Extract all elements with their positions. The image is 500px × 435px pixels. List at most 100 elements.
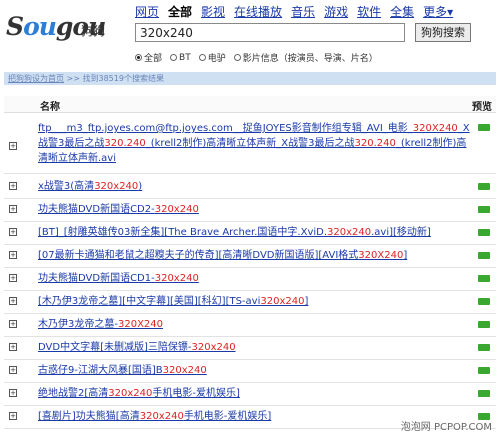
result-row: + ftp___m3_ftp.joyes.com@ftp.joyes.com__捉… xyxy=(4,118,496,174)
preview-icon[interactable] xyxy=(478,206,490,213)
nav-online-play[interactable]: 在线播放 xyxy=(234,3,282,19)
result-title-link[interactable]: x战警3(高清320x240) xyxy=(38,179,474,194)
result-row: + 古惑仔9-江湖大风暴[国语]B320x240 xyxy=(4,359,496,383)
category-nav: 网页 全部 影视 在线播放 音乐 游戏 软件 全集 更多▾ xyxy=(135,3,453,19)
title-text: ) xyxy=(138,181,143,192)
expand-icon[interactable]: + xyxy=(9,274,17,282)
preview-icon[interactable] xyxy=(478,183,490,190)
keyword-highlight: 320X240 xyxy=(358,250,404,261)
preview-icon[interactable] xyxy=(478,344,490,351)
expand-icon[interactable]: + xyxy=(9,320,17,328)
radio-icon xyxy=(170,54,178,61)
radio-label: 全部 xyxy=(144,54,163,64)
title-text: [木乃伊3龙帝之墓][中文字幕][美国][科幻][TS-avi xyxy=(38,296,261,307)
keyword-highlight: 320x240 xyxy=(162,365,207,376)
expand-icon[interactable]: + xyxy=(9,228,17,236)
column-name: 名称 xyxy=(40,102,60,113)
title-text: DVD中文字幕[未删减版]三陪保镖- xyxy=(38,342,192,353)
preview-icon[interactable] xyxy=(478,321,490,328)
expand-icon[interactable]: + xyxy=(9,343,17,351)
title-text: 功夫熊猫DVD新国语CD1- xyxy=(38,273,155,284)
result-row: + [木乃伊3龙帝之墓][中文字幕][美国][科幻][TS-avi320x240] xyxy=(4,290,496,314)
nav-all[interactable]: 全部 xyxy=(168,3,192,19)
expand-icon[interactable]: + xyxy=(9,366,17,374)
preview-icon[interactable] xyxy=(478,124,490,131)
result-row: + x战警3(高清320x240) xyxy=(4,175,496,199)
result-row: + 木乃伊3龙帝之墓-320X240 xyxy=(4,313,496,337)
result-row: + 功夫熊猫DVD新国语CD1-320x240 xyxy=(4,267,496,291)
result-row: + 绝地战警2[高清320x240手机电影-爱机娱乐] xyxy=(4,382,496,406)
radio-movie-info[interactable]: 影片信息（按演员、导演、片名） xyxy=(233,51,378,64)
expand-icon[interactable]: + xyxy=(9,205,17,213)
expand-icon[interactable]: + xyxy=(9,251,17,259)
radio-edonkey[interactable]: 电驴 xyxy=(198,51,226,64)
radio-bt[interactable]: BT xyxy=(170,51,191,64)
title-text: 木乃伊3龙帝之墓- xyxy=(38,319,118,330)
keyword-highlight: 320.240 xyxy=(104,138,146,149)
result-title-link[interactable]: 木乃伊3龙帝之墓-320X240 xyxy=(38,317,474,332)
column-preview: 预览 xyxy=(472,102,492,113)
keyword-highlight: 320x240 xyxy=(139,411,184,422)
radio-icon xyxy=(233,54,241,61)
logo-letter: S xyxy=(6,12,24,41)
title-text: .avi][移动新] xyxy=(371,227,431,238)
result-count: 找到38519个搜索结果 xyxy=(82,74,164,83)
set-homepage-link[interactable]: 把狗狗设为首页 xyxy=(8,74,64,83)
title-text: 功夫熊猫DVD新国语CD2- xyxy=(38,204,155,215)
keyword-highlight: 320x240 xyxy=(327,227,372,238)
nav-more-dropdown[interactable]: 更多▾ xyxy=(423,3,453,19)
title-text: 手机电影-爱机娱乐] xyxy=(152,388,240,399)
result-title-link[interactable]: DVD中文字幕[未删减版]三陪保镖-320x240 xyxy=(38,340,474,355)
result-title-link[interactable]: 绝地战警2[高清320x240手机电影-爱机娱乐] xyxy=(38,386,474,401)
logo-letter: ou xyxy=(23,12,57,41)
title-text: ftp___m3_ftp.joyes.com@ftp.joyes.com__捉鱼… xyxy=(38,123,413,134)
radio-label: 影片信息（按演员、导演、片名） xyxy=(242,54,378,64)
keyword-highlight: 320x240 xyxy=(108,388,153,399)
title-text: 手机电影-爱机娱乐] xyxy=(183,411,272,422)
expand-icon[interactable]: + xyxy=(9,182,17,190)
expand-icon[interactable]: + xyxy=(9,142,17,150)
keyword-highlight: 320X240 xyxy=(412,123,458,134)
sogou-logo[interactable]: Sougou 狗狗 xyxy=(6,12,106,52)
preview-icon[interactable] xyxy=(478,298,490,305)
breadcrumb-separator: >> xyxy=(66,74,80,83)
expand-icon[interactable]: + xyxy=(9,389,17,397)
expand-icon[interactable]: + xyxy=(9,297,17,305)
result-title-link[interactable]: 功夫熊猫DVD新国语CD2-320x240 xyxy=(38,202,474,217)
preview-icon[interactable] xyxy=(478,367,490,374)
search-button[interactable]: 狗狗搜索 xyxy=(415,23,471,42)
nav-software[interactable]: 软件 xyxy=(357,3,381,19)
preview-icon[interactable] xyxy=(478,252,490,259)
keyword-highlight: 320x240 xyxy=(154,273,199,284)
result-row: + 功夫熊猫DVD新国语CD2-320x240 xyxy=(4,198,496,222)
preview-icon[interactable] xyxy=(478,229,490,236)
radio-icon xyxy=(198,54,206,61)
result-title-link[interactable]: ftp___m3_ftp.joyes.com@ftp.joyes.com__捉鱼… xyxy=(38,121,474,166)
title-text: ] xyxy=(403,250,408,261)
nav-music[interactable]: 音乐 xyxy=(291,3,315,19)
result-title-link[interactable]: 古惑仔9-江湖大风暴[国语]B320x240 xyxy=(38,363,474,378)
result-title-link[interactable]: 功夫熊猫DVD新国语CD1-320x240 xyxy=(38,271,474,286)
search-input[interactable]: 320x240 xyxy=(135,23,405,42)
nav-games[interactable]: 游戏 xyxy=(324,3,348,19)
radio-label: 电驴 xyxy=(207,54,226,64)
result-title-link[interactable]: [木乃伊3龙帝之墓][中文字幕][美国][科幻][TS-avi320x240] xyxy=(38,294,474,309)
nav-video[interactable]: 影视 xyxy=(201,3,225,19)
title-text: [BT]_[射雕英雄传03新全集][The Brave Archer.国语中字.… xyxy=(38,227,328,238)
keyword-highlight: 320x240 xyxy=(260,296,305,307)
radio-all[interactable]: 全部 xyxy=(135,51,162,64)
result-row: + [07最新卡通猫和老鼠之超糗夫子的传奇][高清晰DVD新国语版][AVI格式3… xyxy=(4,244,496,268)
title-text: [喜剧片]功夫熊猫[高清 xyxy=(38,411,140,422)
result-title-link[interactable]: [BT]_[射雕英雄传03新全集][The Brave Archer.国语中字.… xyxy=(38,225,474,240)
search-scope-radios: 全部 BT 电驴 影片信息（按演员、导演、片名） xyxy=(135,51,378,64)
expand-icon[interactable]: + xyxy=(9,412,17,420)
preview-icon[interactable] xyxy=(478,390,490,397)
keyword-highlight: 320x240 xyxy=(94,181,139,192)
nav-full-series[interactable]: 全集 xyxy=(390,3,414,19)
result-title-link[interactable]: [07最新卡通猫和老鼠之超糗夫子的传奇][高清晰DVD新国语版][AVI格式32… xyxy=(38,248,474,263)
nav-web[interactable]: 网页 xyxy=(135,3,159,19)
logo-cn-text: 狗狗 xyxy=(81,24,106,38)
preview-icon[interactable] xyxy=(478,275,490,282)
keyword-highlight: 320X240 xyxy=(117,319,164,330)
keyword-highlight: 320x240 xyxy=(191,342,236,353)
